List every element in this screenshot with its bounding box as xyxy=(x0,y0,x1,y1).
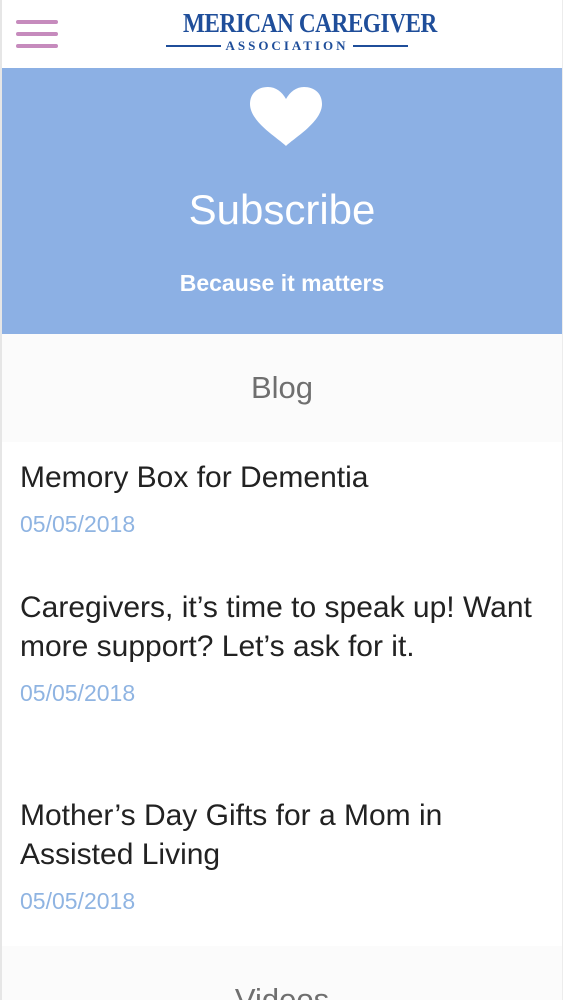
post-date: 05/05/2018 xyxy=(20,680,136,706)
hamburger-menu-icon[interactable] xyxy=(16,20,58,48)
subscribe-title: Subscribe xyxy=(188,186,376,233)
app-frame: MERICAN CAREGIVER ASSOCIATION Subscribe … xyxy=(0,0,563,1000)
site-logo[interactable]: MERICAN CAREGIVER ASSOCIATION xyxy=(166,8,437,60)
post-title[interactable]: Caregivers, it’s time to speak up! Want … xyxy=(20,588,540,666)
logo-rule-left xyxy=(166,45,222,47)
blog-heading: Blog xyxy=(250,370,314,405)
menu-bar xyxy=(16,44,58,48)
videos-heading: Videos xyxy=(234,982,330,1000)
blog-post-item[interactable]: Mother’s Day Gifts for a Mom in Assisted… xyxy=(20,796,540,914)
menu-bar xyxy=(16,32,58,36)
post-title[interactable]: Mother’s Day Gifts for a Mom in Assisted… xyxy=(20,796,540,874)
logo-title: MERICAN CAREGIVER xyxy=(182,8,437,38)
blog-post-item[interactable]: Caregivers, it’s time to speak up! Want … xyxy=(20,588,540,706)
logo-subtitle-row: ASSOCIATION xyxy=(166,38,408,54)
menu-bar xyxy=(16,20,58,24)
subscribe-banner[interactable]: Subscribe Because it matters xyxy=(2,68,562,334)
post-date: 05/05/2018 xyxy=(20,888,136,914)
logo-subtitle: ASSOCIATION xyxy=(225,38,349,53)
videos-section-header: Videos xyxy=(2,946,562,1000)
heart-icon xyxy=(250,87,322,146)
logo-rule-right xyxy=(352,45,408,47)
post-title[interactable]: Memory Box for Dementia xyxy=(20,458,540,497)
blog-post-item[interactable]: Memory Box for Dementia 05/05/2018 xyxy=(20,458,540,537)
post-date: 05/05/2018 xyxy=(20,511,136,537)
blog-section-header: Blog xyxy=(2,334,562,442)
subscribe-subtitle: Because it matters xyxy=(179,270,385,296)
top-header: MERICAN CAREGIVER ASSOCIATION xyxy=(2,0,562,68)
